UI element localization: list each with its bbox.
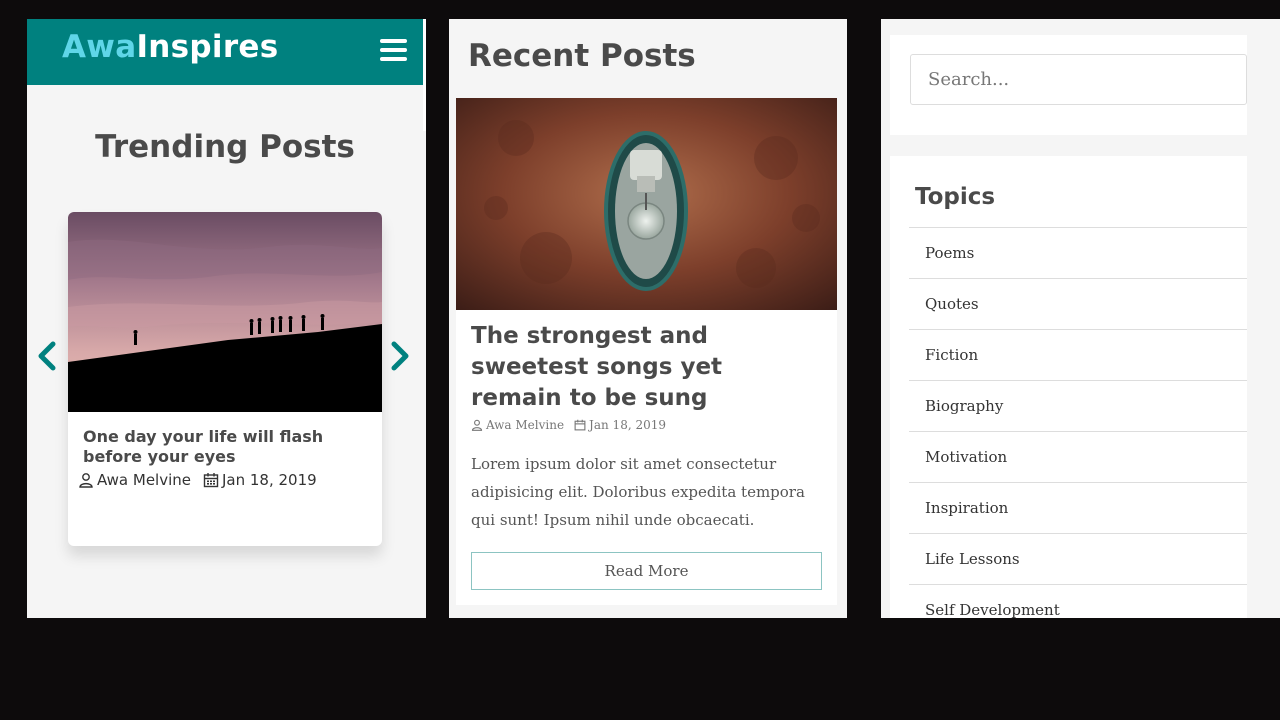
recent-post-meta: Awa Melvine Jan 18, 2019 bbox=[471, 418, 666, 432]
read-more-button[interactable]: Read More bbox=[471, 552, 822, 590]
calendar-icon bbox=[203, 473, 219, 488]
site-logo[interactable]: AwaInspires bbox=[62, 29, 279, 65]
trending-title: Trending Posts bbox=[95, 129, 355, 165]
topic-item-fiction[interactable]: Fiction bbox=[909, 329, 1247, 380]
recent-post-title[interactable]: The strongest and sweetest songs yet rem… bbox=[471, 321, 791, 414]
topic-item-biography[interactable]: Biography bbox=[909, 380, 1247, 431]
recent-posts-title: Recent Posts bbox=[468, 38, 696, 74]
panel-divider bbox=[423, 19, 426, 131]
recent-post-image[interactable] bbox=[456, 98, 837, 310]
trending-post-date: Jan 18, 2019 bbox=[222, 471, 317, 489]
site-header: AwaInspires bbox=[27, 19, 423, 85]
logo-part-inspires: Inspires bbox=[136, 29, 279, 65]
recent-post-author: Awa Melvine bbox=[486, 418, 565, 432]
trending-panel: AwaInspires Trending Posts One day your … bbox=[27, 19, 426, 618]
trending-post-image[interactable] bbox=[68, 212, 382, 412]
topic-item-life-lessons[interactable]: Life Lessons bbox=[909, 533, 1247, 584]
topics-list: Poems Quotes Fiction Biography Motivatio… bbox=[909, 227, 1247, 618]
trending-post-title[interactable]: One day your life will flash before your… bbox=[83, 427, 368, 467]
topic-item-poems[interactable]: Poems bbox=[909, 227, 1247, 278]
topic-item-motivation[interactable]: Motivation bbox=[909, 431, 1247, 482]
topic-item-quotes[interactable]: Quotes bbox=[909, 278, 1247, 329]
logo-part-awa: Awa bbox=[62, 29, 137, 65]
trending-post-meta: Awa Melvine Jan 18, 2019 bbox=[78, 471, 317, 489]
trending-card[interactable]: One day your life will flash before your… bbox=[68, 212, 382, 546]
recent-panel: Recent Posts The strongest and sweetest … bbox=[449, 19, 847, 618]
recent-post-excerpt: Lorem ipsum dolor sit amet consectetur a… bbox=[471, 455, 805, 529]
topics-widget: Topics Poems Quotes Fiction Biography Mo… bbox=[890, 156, 1247, 618]
sidebar-panel: Topics Poems Quotes Fiction Biography Mo… bbox=[881, 19, 1280, 618]
user-icon bbox=[79, 473, 93, 488]
topics-title: Topics bbox=[915, 184, 996, 210]
recent-post-date: Jan 18, 2019 bbox=[589, 418, 666, 432]
menu-icon[interactable] bbox=[380, 39, 407, 61]
topic-item-self-development[interactable]: Self Development bbox=[909, 584, 1247, 618]
search-input[interactable] bbox=[910, 54, 1247, 105]
user-icon bbox=[471, 419, 483, 431]
trending-post-author: Awa Melvine bbox=[97, 471, 191, 489]
calendar-icon bbox=[574, 419, 586, 431]
topic-item-inspiration[interactable]: Inspiration bbox=[909, 482, 1247, 533]
chevron-right-icon[interactable] bbox=[389, 341, 411, 371]
search-widget bbox=[890, 35, 1247, 135]
recent-post-card: The strongest and sweetest songs yet rem… bbox=[456, 98, 837, 605]
chevron-left-icon[interactable] bbox=[36, 341, 58, 371]
